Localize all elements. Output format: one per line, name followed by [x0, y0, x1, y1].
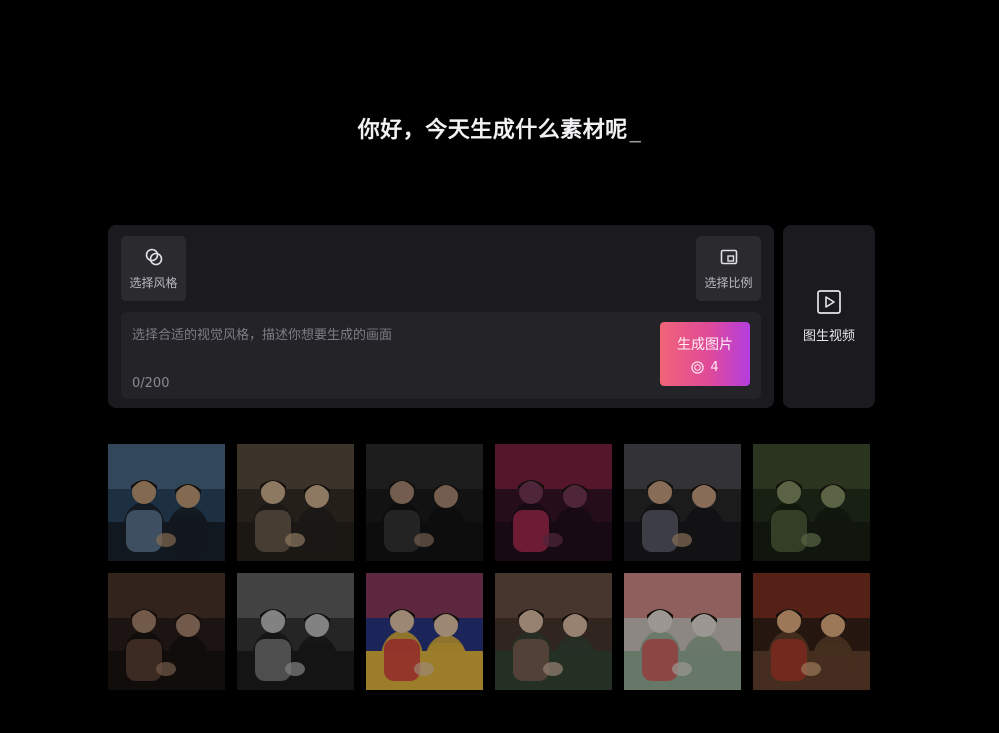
thumbnail-image: [495, 573, 612, 690]
thumbnail-image: [366, 573, 483, 690]
thumbnail-image: [237, 444, 354, 561]
gallery-thumbnail[interactable]: [624, 573, 741, 690]
thumbnail-image: [624, 573, 741, 690]
image-to-video-label: 图生视频: [802, 329, 855, 344]
typing-cursor: _: [629, 118, 642, 143]
thumbnail-image: [753, 573, 870, 690]
select-style-button[interactable]: 选择风格: [121, 236, 186, 301]
gallery-thumbnail[interactable]: [495, 444, 612, 561]
play-square-icon: [817, 290, 841, 314]
thumbnail-image: [237, 573, 354, 690]
prompt-input[interactable]: 选择合适的视觉风格，描述你想要生成的画面 0/200 生成图片 4: [121, 312, 761, 399]
thumbnail-image: [624, 444, 741, 561]
gallery-thumbnail[interactable]: [366, 573, 483, 690]
aspect-ratio-icon: [718, 246, 740, 268]
select-style-label: 选择风格: [129, 276, 178, 290]
select-ratio-label: 选择比例: [704, 276, 753, 290]
gallery-thumbnail[interactable]: [624, 444, 741, 561]
select-ratio-button[interactable]: 选择比例: [696, 236, 761, 301]
prompt-placeholder: 选择合适的视觉风格，描述你想要生成的画面: [132, 328, 393, 343]
overlapping-circles-icon: [143, 246, 165, 268]
generate-image-button[interactable]: 生成图片 4: [660, 322, 750, 386]
example-gallery: [108, 444, 871, 690]
coin-icon: [691, 360, 705, 374]
thumbnail-image: [495, 444, 612, 561]
prompt-card: 选择风格 选择比例 选择合适的视觉风格，描述你想要生成的画面 0/200 生成图…: [108, 225, 774, 408]
generate-image-label: 生成图片: [677, 336, 733, 353]
gallery-thumbnail[interactable]: [108, 573, 225, 690]
character-counter: 0/200: [132, 376, 170, 391]
gallery-thumbnail[interactable]: [753, 573, 870, 690]
greeting-text: 你好，今天生成什么素材呢: [357, 118, 628, 143]
thumbnail-image: [108, 573, 225, 690]
thumbnail-image: [366, 444, 483, 561]
image-to-video-button[interactable]: 图生视频: [783, 225, 875, 408]
gallery-thumbnail[interactable]: [366, 444, 483, 561]
generation-cost: 4: [691, 359, 719, 375]
gallery-thumbnail[interactable]: [237, 444, 354, 561]
greeting-title: 你好，今天生成什么素材呢_: [0, 112, 999, 144]
generation-cost-value: 4: [710, 359, 719, 375]
page: 你好，今天生成什么素材呢_ 选择风格 选择比例 选择合适的视觉风格，描述你想要生…: [0, 0, 999, 733]
gallery-thumbnail[interactable]: [108, 444, 225, 561]
gallery-thumbnail[interactable]: [753, 444, 870, 561]
thumbnail-image: [108, 444, 225, 561]
thumbnail-image: [753, 444, 870, 561]
gallery-thumbnail[interactable]: [237, 573, 354, 690]
gallery-thumbnail[interactable]: [495, 573, 612, 690]
